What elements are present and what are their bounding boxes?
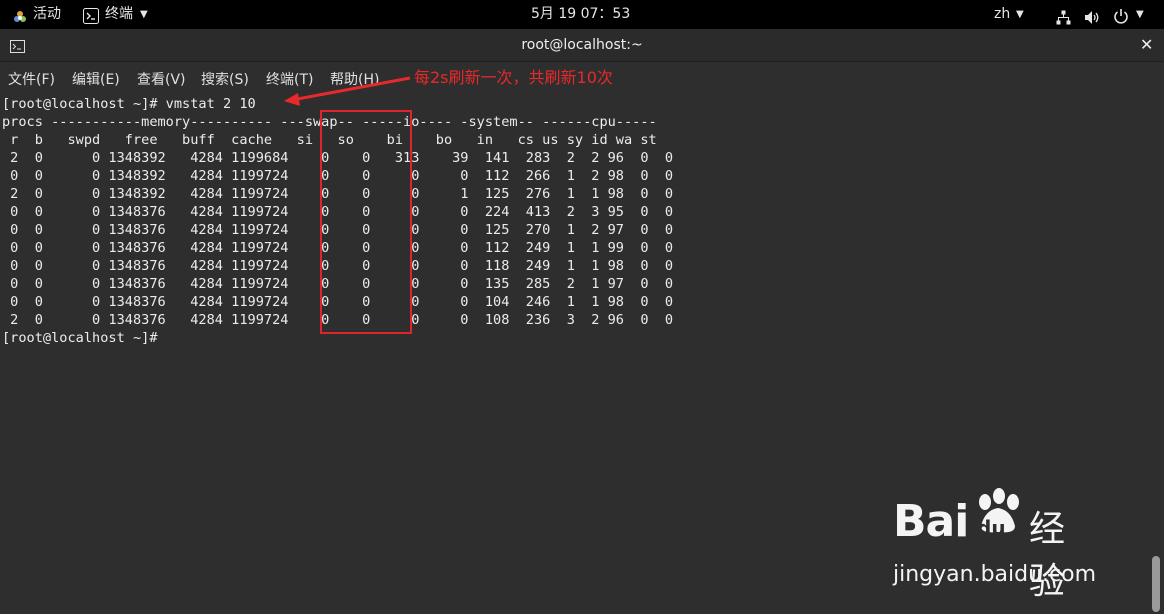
activities-button[interactable]: 活动	[33, 0, 61, 29]
close-icon[interactable]: ✕	[1140, 29, 1153, 61]
language-indicator[interactable]: zh	[994, 0, 1010, 29]
terminal-line-command: [root@localhost ~]# vmstat 2 10	[2, 96, 256, 112]
language-chevron-down-icon[interactable]: ▼	[1016, 0, 1024, 29]
menu-file[interactable]: 文件(F)	[8, 62, 55, 98]
app-menu-button[interactable]: 终端	[105, 0, 133, 29]
annotation-arrow-icon	[284, 76, 411, 106]
watermark-url: jingyan.baidu.com	[893, 562, 1097, 587]
top-bar: 活动 终端 ▼ 5月 19 07：53 zh ▼ ▼	[0, 0, 1164, 29]
menu-view[interactable]: 查看(V)	[137, 62, 186, 98]
clock[interactable]: 5月 19 07：53	[531, 0, 630, 29]
window-titlebar: root@localhost:~ ✕	[0, 29, 1164, 62]
power-icon[interactable]	[1113, 6, 1129, 24]
activities-icon	[12, 7, 28, 23]
watermark-brand: Bai	[893, 496, 969, 547]
watermark-brand-du: du	[977, 516, 1006, 540]
menu-search[interactable]: 搜索(S)	[201, 62, 249, 98]
annotation-note: 每2s刷新一次，共刷新10次	[414, 68, 613, 87]
window-title: root@localhost:~	[521, 37, 643, 53]
network-icon[interactable]	[1056, 7, 1071, 25]
terminal-app-icon	[83, 6, 99, 24]
terminal-line-prompt: [root@localhost ~]#	[2, 330, 166, 346]
menu-edit[interactable]: 编辑(E)	[72, 62, 120, 98]
volume-icon[interactable]	[1084, 7, 1100, 24]
app-menu-chevron-down-icon[interactable]: ▼	[140, 0, 148, 29]
swap-highlight-box	[320, 110, 412, 334]
watermark-cn: 经验	[1029, 509, 1066, 602]
system-menu-chevron-down-icon[interactable]: ▼	[1136, 0, 1144, 29]
terminal-scrollbar[interactable]	[1152, 556, 1160, 612]
